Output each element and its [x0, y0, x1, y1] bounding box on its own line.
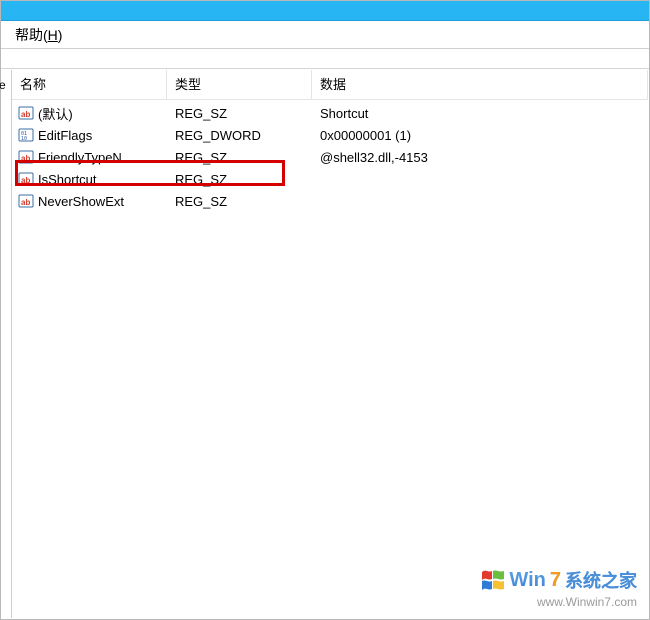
cell-type: REG_SZ	[167, 150, 312, 165]
cell-name: 0110 EditFlags	[12, 127, 167, 143]
cell-type: REG_SZ	[167, 194, 312, 209]
tree-panel-fragment: e	[2, 70, 12, 618]
menu-bar: 帮助(H)	[1, 21, 649, 49]
tree-fragment-text: e	[0, 78, 6, 92]
row-name-text: EditFlags	[38, 128, 92, 143]
svg-text:10: 10	[21, 136, 27, 142]
cell-data: @shell32.dll,-4153	[312, 150, 648, 165]
watermark-cn: 系统之家	[565, 567, 637, 593]
windows-flag-icon	[481, 569, 505, 591]
window-frame: 帮助(H) e 名称 类型 数据 ab(默认)REG_SZShortcut011…	[0, 0, 650, 620]
cell-name: ab NeverShowExt	[12, 193, 167, 209]
rows-container: ab(默认)REG_SZShortcut0110EditFlagsREG_DWO…	[12, 100, 648, 212]
row-name-text: NeverShowExt	[38, 194, 124, 209]
menu-help[interactable]: 帮助(H)	[15, 25, 62, 45]
title-bar	[1, 1, 649, 21]
toolbar-spacer	[1, 49, 649, 69]
row-name-text: (默认)	[38, 104, 73, 123]
watermark: Win7系统之家 www.Winwin7.com	[481, 567, 637, 609]
watermark-brand: Win7系统之家	[481, 567, 637, 593]
cell-name: ab FriendlyTypeN...	[12, 149, 167, 165]
svg-text:ab: ab	[21, 198, 30, 207]
svg-text:ab: ab	[21, 176, 30, 185]
reg-binary-icon: 0110	[18, 127, 34, 143]
col-header-type[interactable]: 类型	[167, 70, 312, 100]
table-row[interactable]: ab IsShortcut REG_SZ	[12, 168, 648, 190]
table-row[interactable]: ab NeverShowExt REG_SZ	[12, 190, 648, 212]
cell-data: Shortcut	[312, 106, 648, 121]
menu-help-label: 帮助	[15, 27, 43, 43]
col-header-name[interactable]: 名称	[12, 70, 167, 100]
reg-string-icon: ab	[18, 105, 34, 121]
watermark-num: 7	[550, 569, 561, 592]
svg-text:ab: ab	[21, 154, 30, 163]
watermark-prefix: Win	[509, 569, 545, 592]
reg-string-icon: ab	[18, 171, 34, 187]
menu-help-accel: H	[48, 27, 58, 43]
cell-name: ab (默认)	[12, 104, 167, 123]
table-row[interactable]: 0110 EditFlags REG_DWORD0x00000001 (1)	[12, 124, 648, 146]
watermark-url: www.Winwin7.com	[481, 595, 637, 609]
cell-data: 0x00000001 (1)	[312, 128, 648, 143]
cell-type: REG_DWORD	[167, 128, 312, 143]
table-row[interactable]: ab FriendlyTypeN... REG_SZ@shell32.dll,-41…	[12, 146, 648, 168]
col-header-data[interactable]: 数据	[312, 70, 648, 100]
row-name-text: FriendlyTypeN...	[38, 150, 133, 165]
table-row[interactable]: ab (默认) REG_SZShortcut	[12, 102, 648, 124]
content-area: e 名称 类型 数据 ab(默认)REG_SZShortcut0110EditF…	[2, 70, 648, 618]
row-name-text: IsShortcut	[38, 172, 97, 187]
cell-name: ab IsShortcut	[12, 171, 167, 187]
svg-text:ab: ab	[21, 110, 30, 119]
reg-string-icon: ab	[18, 193, 34, 209]
cell-type: REG_SZ	[167, 172, 312, 187]
reg-string-icon: ab	[18, 149, 34, 165]
list-panel[interactable]: 名称 类型 数据 ab(默认)REG_SZShortcut0110EditFla…	[12, 70, 648, 618]
cell-type: REG_SZ	[167, 106, 312, 121]
column-headers: 名称 类型 数据	[12, 70, 648, 100]
